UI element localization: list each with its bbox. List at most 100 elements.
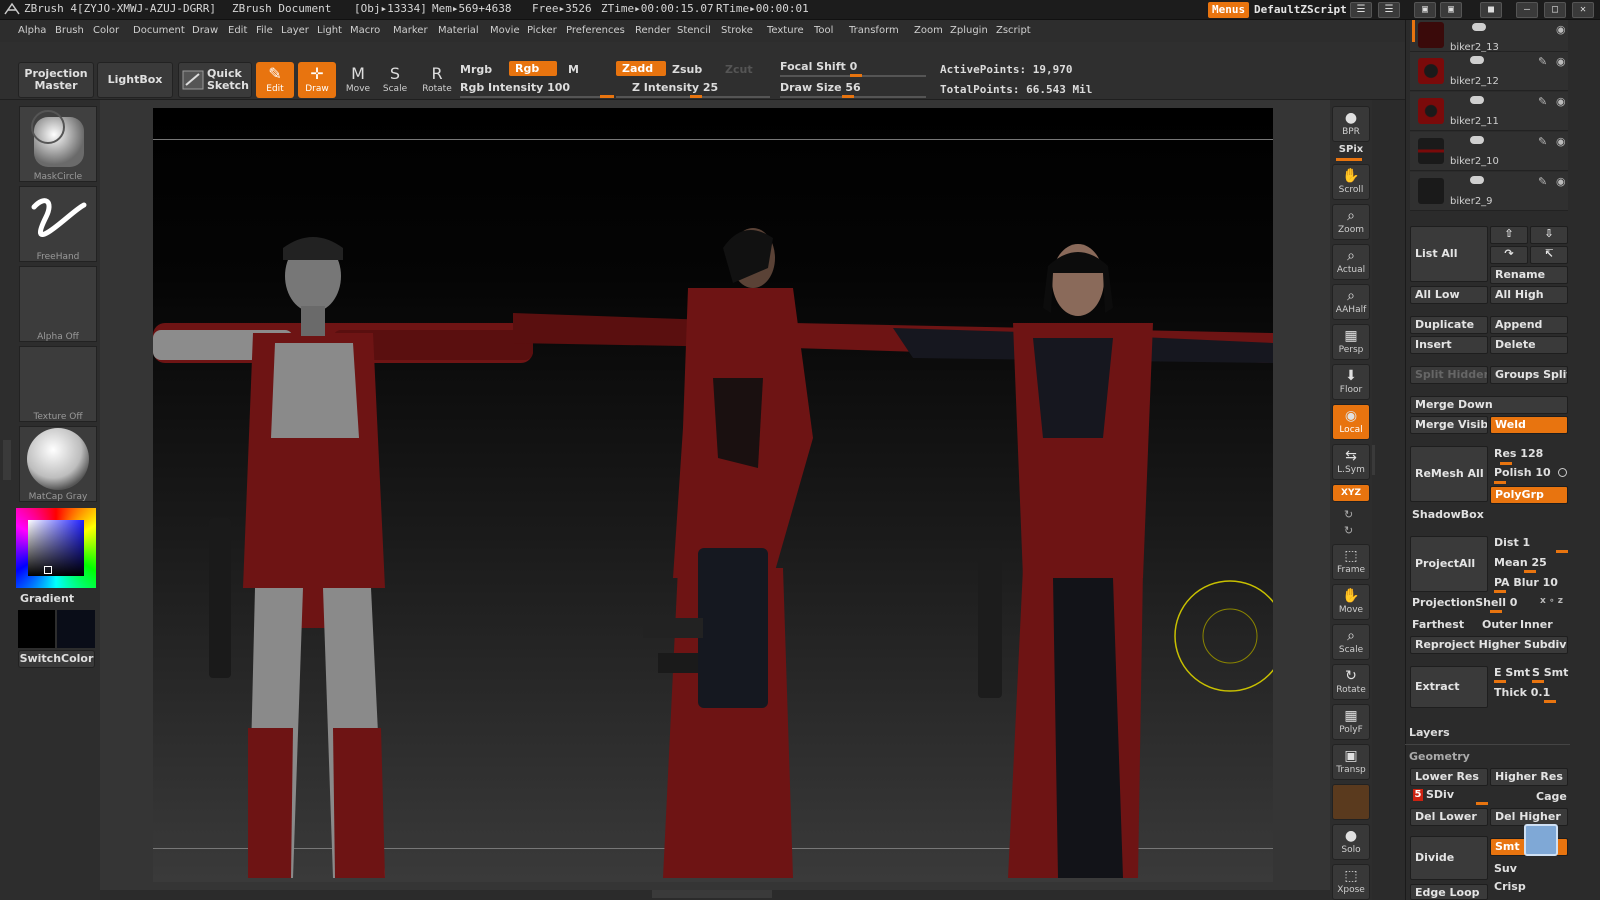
inner-button[interactable]: Inner (1520, 618, 1553, 631)
subtool-visibility-toggle[interactable] (1472, 23, 1486, 31)
turn-down-arrow-icon[interactable]: ↸ (1530, 246, 1568, 264)
move-down-arrow-icon[interactable]: ⇩ (1530, 226, 1568, 244)
suv-toggle[interactable]: Suv (1494, 862, 1517, 875)
matcap-gray-button[interactable] (19, 426, 97, 502)
menu-alpha[interactable]: Alpha (18, 25, 46, 36)
geometry-section-header[interactable]: Geometry (1409, 750, 1470, 763)
secondary-color-swatch[interactable] (57, 610, 95, 648)
rgb-button[interactable]: Rgb (509, 61, 557, 76)
spix-slider[interactable] (1336, 158, 1362, 161)
shadowbox-button[interactable]: ShadowBox (1412, 508, 1484, 521)
project-all-button[interactable]: ProjectAll (1410, 536, 1488, 592)
polyf-button[interactable]: ▦ PolyF (1332, 704, 1370, 740)
duplicate-button[interactable]: Duplicate (1410, 316, 1488, 334)
menu-document[interactable]: Document (133, 25, 185, 36)
eye-icon[interactable]: ◉ (1556, 23, 1566, 36)
merge-visible-button[interactable]: Merge Visible (1410, 416, 1488, 434)
insert-button[interactable]: Insert (1410, 336, 1488, 354)
mean-slider[interactable]: Mean 25 (1494, 556, 1547, 569)
crisp-toggle[interactable]: Crisp (1494, 880, 1526, 893)
menu-zoom[interactable]: Zoom (914, 25, 943, 36)
left-panel-collapse-handle[interactable] (3, 440, 11, 480)
outer-button[interactable]: Outer (1482, 618, 1517, 631)
move-tool-button[interactable]: M Move (339, 62, 377, 98)
color-picker-ring[interactable] (16, 508, 96, 588)
menu-color[interactable]: Color (93, 25, 119, 36)
layout2-icon[interactable]: ▣ (1440, 2, 1462, 18)
remesh-all-button[interactable]: ReMesh All (1410, 446, 1488, 502)
menu-movie[interactable]: Movie (490, 25, 520, 36)
quicksave-overlay-icon[interactable] (1524, 824, 1558, 856)
mask-circle-brush-button[interactable] (19, 106, 97, 182)
freehand-stroke-button[interactable] (19, 186, 97, 262)
cage-button[interactable]: Cage (1536, 790, 1567, 803)
edit-tool-button[interactable]: ✎ Edit (256, 62, 294, 98)
texture-off-button[interactable] (19, 346, 97, 422)
res-slider[interactable]: Res 128 (1494, 447, 1543, 460)
menu-texture[interactable]: Texture (767, 25, 804, 36)
xpose-button[interactable]: ⬚ Xpose (1332, 864, 1370, 900)
layout-icon[interactable]: ▣ (1414, 2, 1436, 18)
subtool-row[interactable]: ✎ ◉ biker2_10 (1410, 132, 1568, 171)
floor-button[interactable]: ⬇ Floor (1332, 364, 1370, 400)
brush-icon[interactable]: ✎ (1538, 135, 1547, 148)
polish-toggle-icon[interactable] (1558, 468, 1567, 477)
actual-button[interactable]: ⌕ Actual (1332, 244, 1370, 280)
mrgb-button[interactable]: Mrgb (460, 63, 492, 76)
z-intensity-label[interactable]: Z Intensity 25 (632, 81, 718, 94)
e-smt-slider[interactable]: E Smt (1494, 666, 1530, 679)
eye-icon[interactable]: ◉ (1556, 175, 1566, 188)
subtool-row[interactable]: ✎ ◉ biker2_9 (1410, 172, 1568, 211)
append-button[interactable]: Append (1490, 316, 1568, 334)
weld-button[interactable]: Weld (1490, 416, 1568, 434)
draw-tool-button[interactable]: ✛ Draw (298, 62, 336, 98)
menu-picker[interactable]: Picker (527, 25, 557, 36)
focal-shift-label[interactable]: Focal Shift 0 (780, 60, 857, 73)
subtool-visibility-toggle[interactable] (1470, 176, 1484, 184)
eye-icon[interactable]: ◉ (1556, 135, 1566, 148)
xyz-mini-toggles[interactable]: x ∘ z (1540, 596, 1563, 606)
rename-button[interactable]: Rename (1490, 266, 1568, 284)
alpha-off-button[interactable] (19, 266, 97, 342)
subtool-visibility-toggle[interactable] (1470, 96, 1484, 104)
rotate-view-button[interactable]: ↻ Rotate (1332, 664, 1370, 700)
rotate-y-icon[interactable]: ↻ (1344, 508, 1353, 521)
default-zscript-label[interactable]: DefaultZScript (1254, 3, 1347, 16)
s-smt-slider[interactable]: S Smt (1532, 666, 1568, 679)
rotate-z-icon[interactable]: ↻ (1344, 524, 1353, 537)
canvas-scroll-handle[interactable] (652, 890, 772, 898)
zcut-button[interactable]: Zcut (725, 63, 753, 76)
all-high-button[interactable]: All High (1490, 286, 1568, 304)
zsub-button[interactable]: Zsub (672, 63, 702, 76)
delete-button[interactable]: Delete (1490, 336, 1568, 354)
zadd-button[interactable]: Zadd (616, 61, 666, 76)
menus-button[interactable]: Menus (1208, 2, 1250, 18)
persp-button[interactable]: ▦ Persp (1332, 324, 1370, 360)
scroll-button[interactable]: ✋ Scroll (1332, 164, 1370, 200)
local-button[interactable]: ◉ Local (1332, 404, 1370, 440)
projection-master-button[interactable]: Projection Master (18, 62, 94, 98)
menu-macro[interactable]: Macro (350, 25, 380, 36)
menu-material[interactable]: Material (438, 25, 479, 36)
rgb-intensity-label[interactable]: Rgb Intensity 100 (460, 81, 570, 94)
menu-preferences[interactable]: Preferences (566, 25, 625, 36)
projection-shell-slider[interactable]: ProjectionShell 0 (1412, 596, 1517, 609)
edge-loop-button[interactable]: Edge Loop (1410, 884, 1488, 900)
menu-zplugin[interactable]: Zplugin (950, 25, 988, 36)
eye-icon[interactable]: ◉ (1556, 95, 1566, 108)
lightbox-button[interactable]: LightBox (97, 62, 173, 98)
subtool-visibility-toggle[interactable] (1470, 56, 1484, 64)
move-up-arrow-icon[interactable]: ⇧ (1490, 226, 1528, 244)
ghost-button[interactable] (1332, 784, 1370, 820)
sdiv-slider[interactable]: SDiv (1426, 788, 1454, 801)
subtool-row[interactable]: ✎ ◉ biker2_11 (1410, 92, 1568, 131)
scale-view-button[interactable]: ⌕ Scale (1332, 624, 1370, 660)
maximize-icon[interactable]: □ (1544, 2, 1566, 18)
menu-light[interactable]: Light (317, 25, 342, 36)
zoom-button[interactable]: ⌕ Zoom (1332, 204, 1370, 240)
menu-render[interactable]: Render (635, 25, 671, 36)
rotate-tool-button[interactable]: R Rotate (418, 62, 456, 98)
menu-brush[interactable]: Brush (55, 25, 84, 36)
color-picker-marker[interactable] (44, 566, 52, 574)
document-canvas[interactable] (153, 108, 1273, 882)
